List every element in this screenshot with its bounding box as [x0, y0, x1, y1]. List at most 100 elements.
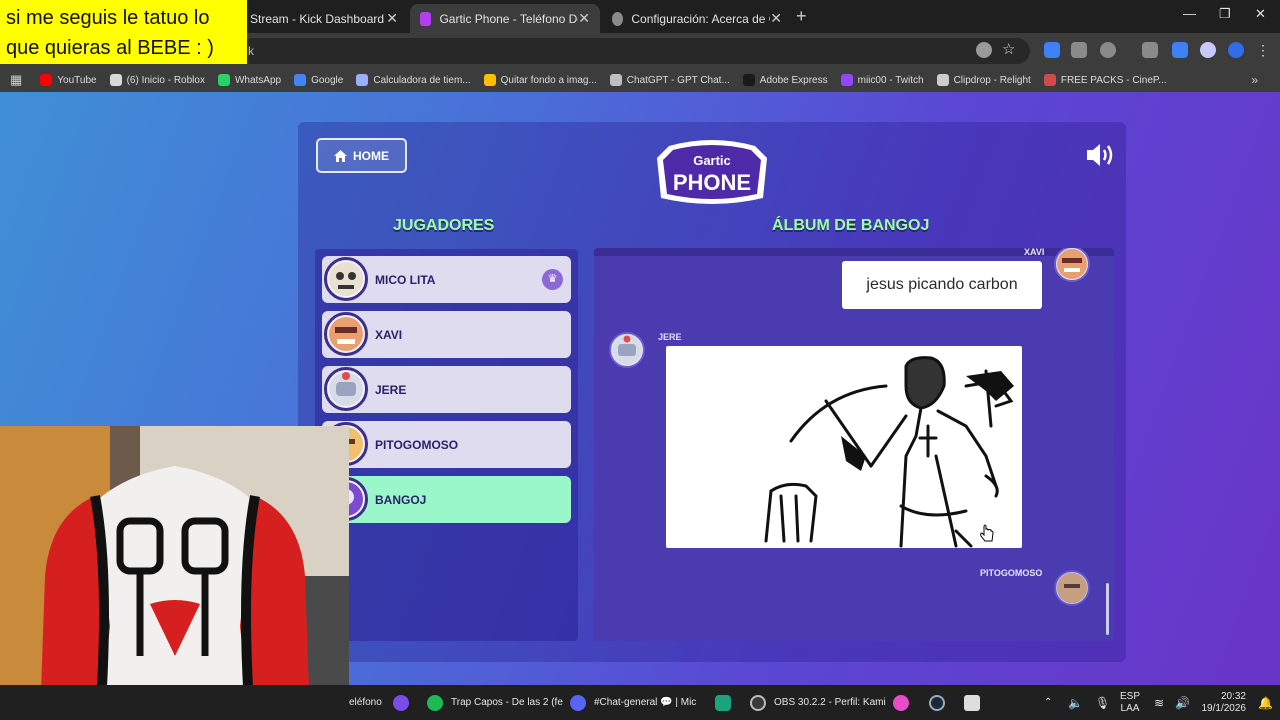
players-list: MICO LITA ♛ XAVI JERE PITOGOMOSO BANGOJ	[315, 249, 578, 641]
player-row-bangoj: BANGOJ	[322, 476, 571, 523]
tab-kick[interactable]: Stream - Kick Dashboard ✕	[240, 4, 408, 33]
bookmark-label: Clipdrop - Relight	[953, 74, 1031, 86]
extension-icon[interactable]	[1071, 42, 1087, 58]
taskbar-app-browser[interactable]: eléfono	[349, 685, 382, 720]
volume-icon[interactable]: 🔈	[1068, 685, 1083, 720]
bookmark-item[interactable]: miic00 - Twitch	[840, 74, 924, 86]
album-panel: XAVI jesus picando carbon JERE PITOGOMOS…	[594, 248, 1114, 641]
players-heading: JUGADORES	[393, 217, 495, 234]
bookmark-favicon-icon	[217, 74, 230, 86]
tab-title: Configuración: Acerca de CClea	[631, 11, 770, 26]
phrase-bubble: jesus picando carbon	[842, 261, 1042, 309]
microphone-icon[interactable]: 🎙	[1095, 685, 1110, 720]
album-heading: ÁLBUM DE BANGOJ	[772, 217, 930, 234]
bookmark-favicon-icon	[936, 74, 949, 86]
gartic-phone-logo: Gartic PHONE	[657, 140, 767, 204]
bookmark-label: miic00 - Twitch	[857, 74, 924, 86]
bookmark-item[interactable]: Google	[294, 74, 343, 86]
bookmark-item[interactable]: Quitar fondo a imag...	[483, 74, 597, 86]
bookmark-item[interactable]: WhatsApp	[217, 74, 281, 86]
extension-icon[interactable]	[1044, 42, 1060, 58]
bookmark-favicon-icon	[483, 74, 496, 86]
tab-ccleaner[interactable]: Configuración: Acerca de CClea ✕	[602, 4, 792, 33]
discord-icon	[570, 694, 586, 711]
bookmark-item[interactable]: (6) Inicio - Roblox	[109, 74, 205, 86]
player-name: XAVI	[375, 327, 403, 342]
copilot-icon	[893, 694, 909, 711]
tray-chevron-up-icon[interactable]: ⌃	[1044, 685, 1052, 720]
avatar	[1054, 570, 1090, 606]
clock-date: 19/1/2026	[1201, 702, 1247, 714]
bookmark-item[interactable]: Adobe Express	[742, 74, 828, 86]
player-row-xavi: XAVI	[322, 311, 571, 358]
chevron-right-icon[interactable]: »	[1251, 73, 1258, 87]
bookmark-item[interactable]: Clipdrop - Relight	[936, 74, 1031, 86]
language-indicator[interactable]: ESP LAA	[1120, 685, 1140, 720]
webcam-feed	[0, 426, 349, 720]
address-input[interactable]: k	[240, 38, 1030, 64]
taskbar-app-copilot[interactable]	[893, 685, 917, 720]
new-tab-button[interactable]: +	[796, 6, 807, 27]
album-scrollbar[interactable]	[1106, 583, 1109, 635]
home-icon	[334, 149, 347, 162]
chatgpt-icon	[715, 694, 731, 711]
entry-author: XAVI	[1024, 248, 1045, 257]
taskbar-app-spotify[interactable]: Trap Capos - De las 2 (fe	[427, 685, 563, 720]
stream-caption: si me seguis le tatuo lo que quieras al …	[0, 0, 247, 64]
close-icon[interactable]: ✕	[770, 10, 782, 27]
puzzle-icon[interactable]	[1100, 42, 1116, 58]
close-icon[interactable]: ✕	[578, 10, 590, 27]
sidepanel-icon[interactable]	[1172, 42, 1188, 58]
taskbar-app-capcut[interactable]	[964, 685, 988, 720]
taskbar-app-steam[interactable]	[929, 685, 953, 720]
speaker-icon[interactable]	[1085, 142, 1115, 168]
tab-title: Gartic Phone - Teléfono Descon	[439, 11, 578, 26]
bookmark-item[interactable]: YouTube	[40, 74, 97, 86]
wifi-icon[interactable]: ≋	[1154, 685, 1164, 720]
media-icon[interactable]	[1142, 42, 1158, 58]
bookmark-item[interactable]: Calculadora de tiem...	[356, 74, 471, 86]
bookmark-item[interactable]: FREE PACKS - CineP...	[1043, 74, 1167, 86]
webcam-overlay	[0, 426, 349, 720]
close-icon[interactable]: ✕	[386, 10, 398, 27]
minimize-icon[interactable]: —	[1183, 6, 1196, 21]
clock[interactable]: 20:32 19/1/2026	[1200, 685, 1247, 720]
more-menu-icon[interactable]: ⋮	[1256, 42, 1272, 58]
lang-code: ESP	[1120, 690, 1141, 702]
logo-bottom-text: PHONE	[673, 170, 751, 195]
bookmark-favicon-icon	[742, 74, 755, 86]
bookmark-label: ChatGPT - GPT Chat...	[626, 74, 730, 86]
star-icon[interactable]: ☆	[1002, 42, 1018, 58]
bookmark-favicon-icon	[840, 74, 853, 86]
notification-bell-icon[interactable]: 🔔	[1258, 685, 1273, 720]
speaker-icon[interactable]: 🔊	[1175, 685, 1190, 720]
windows-taskbar: eléfono Trap Capos - De las 2 (fe #Chat-…	[0, 685, 1280, 720]
shield-icon[interactable]	[1228, 42, 1244, 58]
close-window-icon[interactable]: ✕	[1255, 6, 1266, 22]
bookmark-favicon-icon	[1043, 74, 1056, 86]
taskbar-app-chatgpt[interactable]	[715, 685, 739, 720]
taskbar-app-firefox[interactable]	[393, 685, 417, 720]
player-row-jere: JERE	[322, 366, 571, 413]
gear-icon	[612, 11, 624, 26]
avatar	[324, 257, 368, 301]
apps-grid-icon[interactable]: ▦	[10, 72, 22, 88]
bookmark-item[interactable]: ChatGPT - GPT Chat...	[609, 74, 730, 86]
logo-top-text: Gartic	[693, 153, 731, 168]
avatar[interactable]	[1200, 42, 1216, 58]
player-name: JERE	[375, 382, 407, 397]
player-name: PITOGOMOSO	[375, 437, 459, 452]
taskbar-app-discord[interactable]: #Chat-general 💬 | Mic	[570, 685, 696, 720]
bookmark-label: Google	[311, 74, 344, 86]
bookmark-label: Adobe Express	[759, 74, 828, 86]
browser-icon	[393, 694, 409, 711]
eye-off-icon[interactable]	[976, 42, 992, 58]
lang-layout: LAA	[1120, 702, 1140, 714]
restore-icon[interactable]: ❐	[1219, 6, 1231, 22]
tab-gartic[interactable]: Gartic Phone - Teléfono Descon ✕	[410, 4, 600, 33]
entry-author: JERE	[658, 332, 682, 342]
bookmark-favicon-icon	[356, 74, 369, 86]
taskbar-app-obs[interactable]: OBS 30.2.2 - Perfil: Kami	[750, 685, 886, 720]
taskbar-label: #Chat-general 💬 | Mic	[594, 697, 697, 708]
home-button[interactable]: HOME	[316, 138, 407, 173]
